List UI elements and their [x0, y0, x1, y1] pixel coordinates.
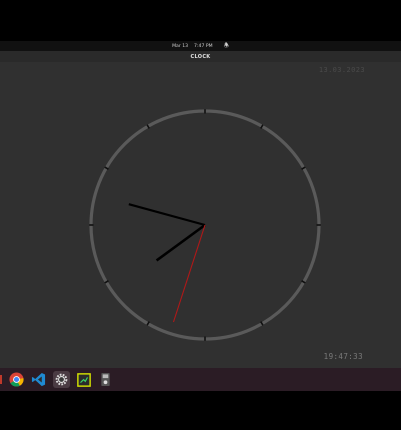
hour-hand [155, 223, 206, 262]
topbar-date[interactable]: Mar 13 [172, 44, 188, 49]
time-readout: 19:47:33 [323, 352, 363, 361]
top-bar: Mar 13 7:47 PM 🕭 [0, 41, 401, 51]
dock-edge-indicator [0, 375, 2, 384]
settings-icon[interactable] [53, 371, 70, 388]
window-titlebar[interactable]: CLOCK [0, 51, 401, 62]
analog-clock [89, 109, 321, 341]
window-title: CLOCK [190, 53, 211, 60]
bell-icon[interactable]: 🕭 [224, 41, 229, 51]
chrome-icon[interactable] [9, 372, 24, 387]
vscode-icon[interactable] [31, 372, 46, 387]
second-hand [172, 224, 206, 323]
device-app-icon[interactable] [98, 372, 113, 387]
clock-app: 13.03.2023 19:47:33 [0, 62, 401, 368]
dock [0, 368, 401, 391]
clock-face [89, 109, 321, 341]
terminal-app-icon[interactable] [76, 372, 91, 387]
minute-hand [128, 203, 206, 227]
topbar-time[interactable]: 7:47 PM [194, 44, 213, 49]
